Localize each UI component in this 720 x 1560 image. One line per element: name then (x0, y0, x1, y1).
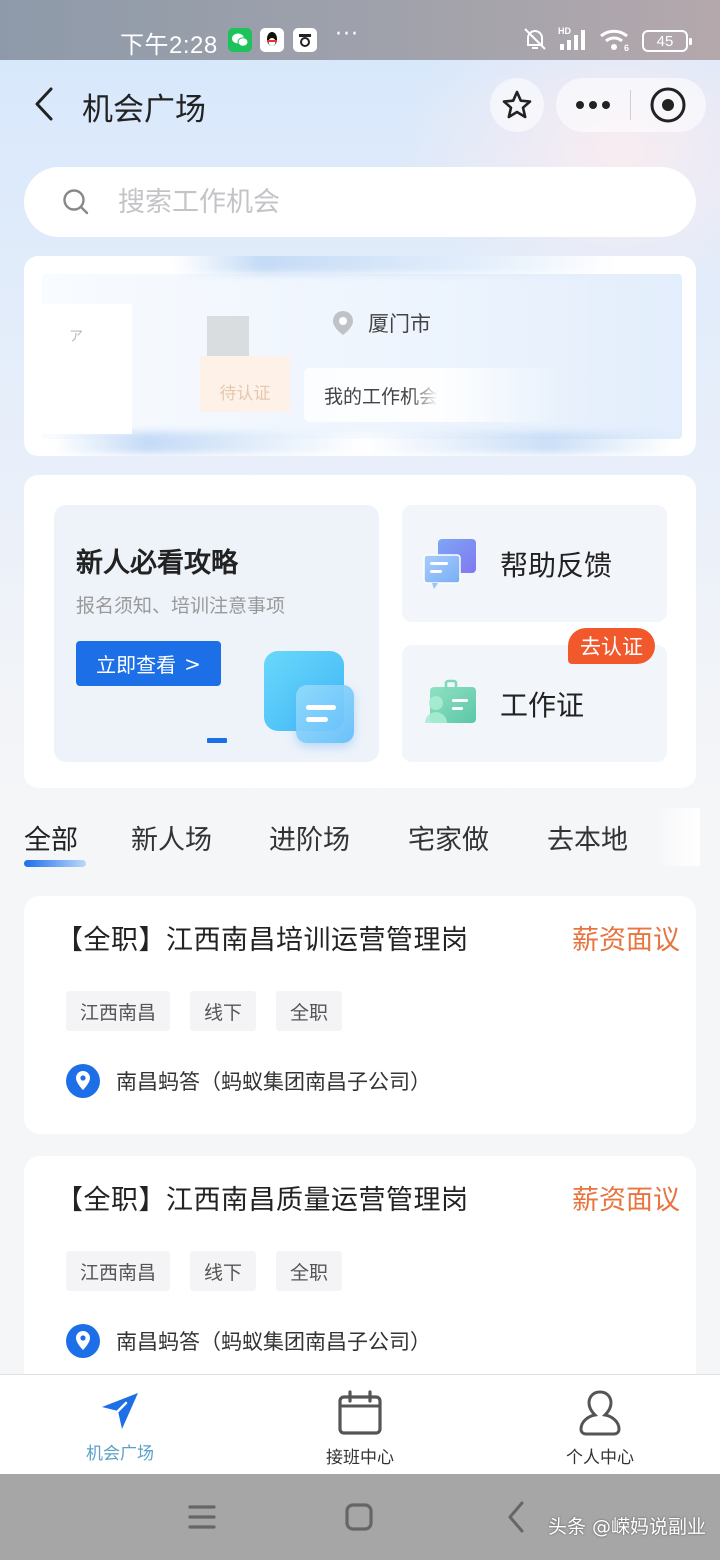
job-salary: 薪资面议 (572, 925, 680, 956)
more-icon (576, 101, 610, 109)
back-icon (35, 87, 53, 121)
status-time: 下午2:28 (120, 32, 218, 59)
watermark: 头条 @嵘妈说副业 (547, 1516, 706, 1538)
job-tag: 线下 (190, 991, 257, 1031)
search-input[interactable] (118, 186, 638, 218)
back-icon (508, 1501, 524, 1533)
work-badge-card[interactable]: 工作证 去认证 (402, 628, 667, 762)
tab-newcomer[interactable]: 新人场 (131, 818, 212, 857)
tabs-scroll-fade (660, 808, 700, 866)
blur-overlay-bottom (54, 432, 674, 454)
help-feedback-label: 帮助反馈 (500, 548, 613, 582)
guide-subtitle: 报名须知、培训注意事项 (76, 595, 286, 617)
home-button[interactable] (344, 1502, 374, 1536)
chat-illustration-icon (264, 651, 364, 751)
status-more-icon: ··· (335, 22, 359, 47)
recent-apps-button[interactable] (188, 1504, 216, 1534)
more-button[interactable] (556, 78, 630, 132)
status-bar: 下午2:28 ··· HD 6 45 (0, 0, 720, 60)
back-button[interactable] (24, 82, 64, 126)
status-badge: 待认证 (200, 356, 290, 412)
job-title: 【全职】江西南昌培训运营管理岗 (56, 925, 469, 956)
newcomer-guide-card[interactable]: 新人必看攻略 报名须知、培训注意事项 立即查看 > (54, 505, 379, 762)
status-right-group: HD 6 45 (522, 26, 692, 56)
search-bar[interactable] (24, 167, 696, 237)
chevron-right-icon: > (184, 651, 201, 676)
redacted-block (207, 316, 249, 358)
tab-active-indicator (24, 860, 86, 867)
location-pin-icon (66, 1324, 100, 1358)
job-title: 【全职】江西南昌质量运营管理岗 (56, 1185, 469, 1216)
my-work-link[interactable]: 我的工作机会 (304, 368, 564, 422)
send-icon (102, 1393, 138, 1429)
feature-panel: 新人必看攻略 报名须知、培训注意事项 立即查看 > 帮助反馈 工作证 去认证 (24, 475, 696, 788)
miniprogram-capsule (556, 78, 706, 132)
star-icon (502, 90, 532, 119)
job-card[interactable]: 【全职】江西南昌培训运营管理岗 薪资面议 江西南昌 线下 全职 南昌蚂答（蚂蚁集… (24, 896, 696, 1134)
qq-icon (260, 28, 284, 52)
close-miniprogram-button[interactable] (631, 78, 705, 132)
job-tag: 全职 (276, 1251, 343, 1291)
location-row: 厦门市 (332, 308, 431, 338)
tab-local[interactable]: 去本地 (547, 818, 628, 857)
user-icon (579, 1390, 621, 1436)
wifi-icon: 6 (598, 26, 632, 56)
nav-bar: 机会广场 (0, 60, 720, 150)
search-icon (63, 189, 89, 215)
svg-text:6: 6 (624, 43, 629, 52)
job-tag: 全职 (276, 991, 343, 1031)
tabbar-item-shift-center[interactable]: 接班中心 (290, 1389, 430, 1468)
job-company: 南昌蚂答（蚂蚁集团南昌子公司） (66, 1064, 431, 1098)
location-pin-icon (66, 1064, 100, 1098)
job-tags: 江西南昌 线下 全职 (66, 1251, 343, 1291)
help-feedback-card[interactable]: 帮助反馈 (402, 505, 667, 622)
job-tag: 江西南昌 (66, 991, 171, 1031)
job-tags: 江西南昌 线下 全职 (66, 991, 343, 1031)
feedback-icon (422, 537, 480, 591)
tab-work-from-home[interactable]: 宅家做 (408, 818, 489, 857)
menu-icon (188, 1505, 216, 1529)
category-tabs: 全部 新人场 进阶场 宅家做 去本地 (0, 808, 720, 868)
guide-title: 新人必看攻略 (76, 548, 238, 579)
job-tag: 线下 (190, 1251, 257, 1291)
job-card[interactable]: 【全职】江西南昌质量运营管理岗 薪资面议 江西南昌 线下 全职 南昌蚂答（蚂蚁集… (24, 1156, 696, 1396)
profile-card: ア 待认证 厦门市 我的工作机会 (24, 256, 696, 456)
job-salary: 薪资面议 (572, 1185, 680, 1216)
tab-all[interactable]: 全部 (24, 818, 86, 867)
calendar-icon (338, 1390, 382, 1435)
mute-icon (522, 27, 548, 55)
carousel-indicator[interactable] (207, 738, 227, 743)
avatar-placeholder-mark: ア (69, 329, 83, 345)
camera-app-icon (293, 28, 317, 52)
job-tag: 江西南昌 (66, 1251, 171, 1291)
page-title: 机会广场 (82, 92, 206, 128)
home-square-icon (345, 1503, 373, 1531)
svg-text:HD: HD (558, 26, 571, 36)
job-company: 南昌蚂答（蚂蚁集团南昌子公司） (66, 1324, 431, 1358)
verify-badge[interactable]: 去认证 (568, 628, 655, 664)
tabbar-item-opportunity-square[interactable]: 机会广场 (50, 1389, 190, 1464)
battery-indicator: 45 (642, 30, 692, 52)
wechat-icon (228, 28, 252, 52)
location-pin-icon (333, 311, 353, 335)
tabbar-item-personal-center[interactable]: 个人中心 (530, 1389, 670, 1468)
id-badge-icon (422, 677, 480, 731)
tab-advanced[interactable]: 进阶场 (269, 818, 350, 857)
blur-overlay-top (174, 256, 614, 274)
work-badge-label: 工作证 (500, 688, 585, 722)
system-back-button[interactable] (506, 1500, 526, 1538)
close-miniprogram-icon (650, 87, 686, 123)
bottom-tab-bar: 机会广场 接班中心 个人中心 (0, 1374, 720, 1474)
signal-icon: HD (558, 26, 588, 56)
favorite-button[interactable] (490, 78, 544, 132)
view-now-button[interactable]: 立即查看 > (76, 641, 221, 686)
avatar (42, 304, 132, 434)
location-text: 厦门市 (368, 312, 431, 336)
system-navigation-bar: 头条 @嵘妈说副业 (0, 1474, 720, 1560)
